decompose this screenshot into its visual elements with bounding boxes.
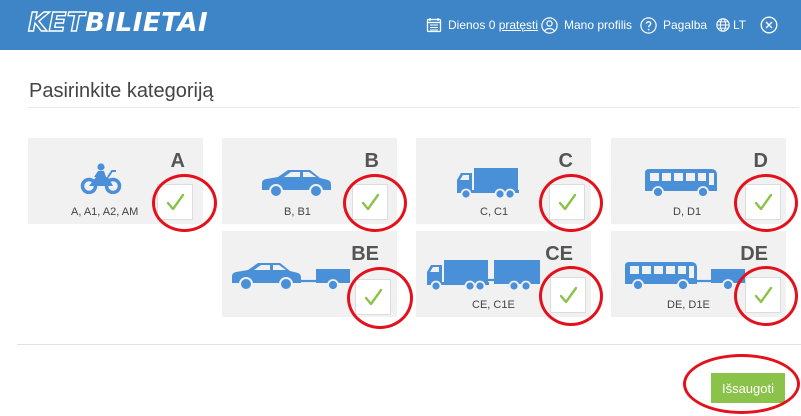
checkmark-icon: [754, 286, 773, 304]
days-extend-nav: Dienos 0 pratęsti: [426, 0, 538, 50]
category-subtitle: D, D1: [673, 206, 702, 218]
profile-nav[interactable]: Mano profilis: [541, 0, 632, 50]
category-letter: C: [558, 150, 573, 172]
calendar-icon: [426, 17, 442, 33]
category-card-be[interactable]: BE: [222, 231, 397, 317]
checkmark-icon: [754, 193, 773, 211]
car-icon: [262, 170, 331, 198]
category-letter: D: [753, 150, 768, 172]
user-icon: [541, 16, 558, 34]
help-label: Pagalba: [663, 18, 708, 32]
category-b-checkbox[interactable]: [352, 184, 388, 220]
page-title: Pasirinkite kategoriją: [29, 80, 214, 102]
globe-icon: [716, 18, 730, 32]
checkmark-icon: [361, 193, 380, 211]
close-button[interactable]: [760, 0, 778, 50]
category-d-checkbox[interactable]: [745, 184, 781, 220]
category-subtitle: B, B1: [284, 206, 311, 218]
category-letter: B: [364, 150, 379, 172]
category-letter: A: [170, 150, 185, 172]
category-ce-checkbox[interactable]: [550, 277, 586, 313]
category-card-ce[interactable]: CE CE, C1E: [416, 231, 591, 317]
checkmark-icon: [364, 288, 383, 306]
category-card-a[interactable]: A A, A1, A2, AM: [28, 138, 203, 224]
close-icon: [760, 16, 778, 34]
category-c-checkbox[interactable]: [549, 184, 585, 220]
bus-icon: [645, 169, 717, 198]
category-card-d[interactable]: D D, D1: [611, 138, 786, 224]
extend-link[interactable]: pratęsti: [499, 18, 538, 32]
logo[interactable]: KET BILIETAI: [27, 6, 209, 40]
logo-part-ket: KET: [27, 7, 86, 38]
top-bar: KET BILIETAI Dienos 0 pratęsti Mano profi…: [0, 0, 801, 50]
help-nav[interactable]: Pagalba: [640, 0, 707, 50]
category-card-c[interactable]: C C, C1: [416, 138, 591, 224]
checkmark-icon: [558, 193, 577, 211]
checkmark-icon: [166, 193, 185, 211]
category-subtitle: A, A1, A2, AM: [71, 206, 139, 218]
category-card-de[interactable]: DE DE, D1E: [611, 231, 786, 317]
category-card-b[interactable]: B B, B1: [222, 138, 397, 224]
category-letter: CE: [545, 243, 573, 265]
category-letter: BE: [351, 243, 379, 265]
bus-trailer-icon: [625, 262, 745, 291]
logo-part-bilietai: BILIETAI: [85, 8, 209, 38]
car-trailer-icon: [232, 263, 350, 291]
days-text: Dienos 0: [448, 18, 499, 32]
truck-icon: [457, 168, 519, 200]
title-divider: [28, 107, 799, 108]
language-label: LT: [733, 18, 747, 32]
category-de-checkbox[interactable]: [745, 277, 781, 313]
category-subtitle: C, C1: [480, 206, 509, 218]
motorcycle-icon: [80, 163, 122, 194]
question-icon: [640, 16, 657, 34]
footer-divider: [17, 344, 801, 345]
profile-label: Mano profilis: [564, 18, 633, 32]
category-subtitle: DE, D1E: [667, 299, 710, 311]
truck-trailer-icon: [427, 260, 540, 292]
checkmark-icon: [559, 286, 578, 304]
category-subtitle: CE, C1E: [472, 299, 515, 311]
language-nav[interactable]: LT: [716, 0, 746, 50]
days-label: Dienos 0 pratęsti: [448, 18, 538, 32]
save-button[interactable]: Išsaugoti: [711, 373, 785, 403]
category-a-checkbox[interactable]: [157, 184, 193, 220]
category-be-checkbox[interactable]: [355, 279, 391, 315]
